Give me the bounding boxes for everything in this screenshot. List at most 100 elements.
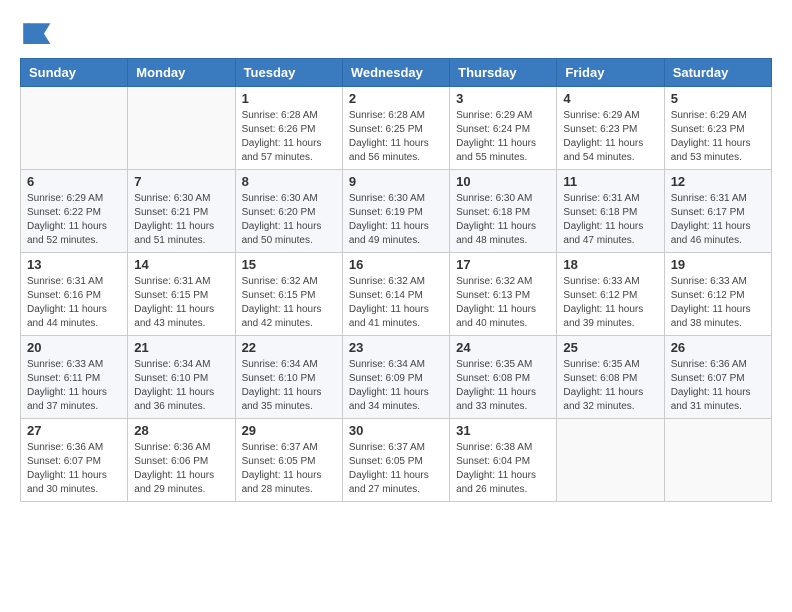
day-number: 31 [456, 423, 550, 438]
week-row-2: 6 Sunrise: 6:29 AM Sunset: 6:22 PM Daylig… [21, 170, 772, 253]
day-number: 20 [27, 340, 121, 355]
weekday-friday: Friday [557, 59, 664, 87]
page-header [20, 20, 772, 48]
day-cell: 9 Sunrise: 6:30 AM Sunset: 6:19 PM Daylig… [342, 170, 449, 253]
day-info: Sunrise: 6:37 AM Sunset: 6:05 PM Dayligh… [349, 441, 443, 497]
day-cell: 28 Sunrise: 6:36 AM Sunset: 6:06 PM Dayli… [128, 419, 235, 502]
day-number: 15 [242, 257, 336, 272]
day-cell: 11 Sunrise: 6:31 AM Sunset: 6:18 PM Dayli… [557, 170, 664, 253]
weekday-tuesday: Tuesday [235, 59, 342, 87]
day-number: 5 [671, 91, 765, 106]
day-number: 2 [349, 91, 443, 106]
day-cell: 30Sunrise: 6:37 AM Sunset: 6:05 PM Dayli… [342, 419, 449, 502]
day-info: Sunrise: 6:35 AM Sunset: 6:08 PM Dayligh… [456, 358, 550, 414]
day-info: Sunrise: 6:30 AM Sunset: 6:19 PM Dayligh… [349, 192, 443, 248]
day-info: Sunrise: 6:30 AM Sunset: 6:21 PM Dayligh… [134, 192, 228, 248]
week-row-4: 20Sunrise: 6:33 AM Sunset: 6:11 PM Dayli… [21, 336, 772, 419]
day-number: 23 [349, 340, 443, 355]
day-cell: 27 Sunrise: 6:36 AM Sunset: 6:07 PM Dayli… [21, 419, 128, 502]
calendar-body: 1Sunrise: 6:28 AM Sunset: 6:26 PM Daylig… [21, 87, 772, 502]
day-cell: 20Sunrise: 6:33 AM Sunset: 6:11 PM Dayli… [21, 336, 128, 419]
weekday-monday: Monday [128, 59, 235, 87]
calendar-header: SundayMondayTuesdayWednesdayThursdayFrid… [21, 59, 772, 87]
day-cell: 24 Sunrise: 6:35 AM Sunset: 6:08 PM Dayli… [450, 336, 557, 419]
day-info: Sunrise: 6:29 AM Sunset: 6:23 PM Dayligh… [671, 109, 765, 165]
day-number: 17 [456, 257, 550, 272]
day-info: Sunrise: 6:32 AM Sunset: 6:13 PM Dayligh… [456, 275, 550, 331]
day-number: 24 [456, 340, 550, 355]
day-cell: 13 Sunrise: 6:31 AM Sunset: 6:16 PM Dayli… [21, 253, 128, 336]
day-cell [128, 87, 235, 170]
calendar-table: SundayMondayTuesdayWednesdayThursdayFrid… [20, 58, 772, 502]
day-cell: 2 Sunrise: 6:28 AM Sunset: 6:25 PM Daylig… [342, 87, 449, 170]
day-number: 19 [671, 257, 765, 272]
day-number: 9 [349, 174, 443, 189]
day-number: 7 [134, 174, 228, 189]
day-info: Sunrise: 6:34 AM Sunset: 6:10 PM Dayligh… [134, 358, 228, 414]
day-number: 4 [563, 91, 657, 106]
day-cell: 21Sunrise: 6:34 AM Sunset: 6:10 PM Dayli… [128, 336, 235, 419]
day-info: Sunrise: 6:30 AM Sunset: 6:18 PM Dayligh… [456, 192, 550, 248]
day-cell: 5 Sunrise: 6:29 AM Sunset: 6:23 PM Daylig… [664, 87, 771, 170]
day-info: Sunrise: 6:31 AM Sunset: 6:16 PM Dayligh… [27, 275, 121, 331]
day-info: Sunrise: 6:28 AM Sunset: 6:25 PM Dayligh… [349, 109, 443, 165]
day-number: 25 [563, 340, 657, 355]
weekday-saturday: Saturday [664, 59, 771, 87]
day-number: 27 [27, 423, 121, 438]
day-cell: 12 Sunrise: 6:31 AM Sunset: 6:17 PM Dayli… [664, 170, 771, 253]
week-row-5: 27 Sunrise: 6:36 AM Sunset: 6:07 PM Dayli… [21, 419, 772, 502]
day-cell [664, 419, 771, 502]
day-number: 29 [242, 423, 336, 438]
day-cell: 6 Sunrise: 6:29 AM Sunset: 6:22 PM Daylig… [21, 170, 128, 253]
day-number: 11 [563, 174, 657, 189]
day-cell: 26 Sunrise: 6:36 AM Sunset: 6:07 PM Dayli… [664, 336, 771, 419]
day-info: Sunrise: 6:32 AM Sunset: 6:14 PM Dayligh… [349, 275, 443, 331]
day-cell: 1Sunrise: 6:28 AM Sunset: 6:26 PM Daylig… [235, 87, 342, 170]
day-cell: 10 Sunrise: 6:30 AM Sunset: 6:18 PM Dayli… [450, 170, 557, 253]
day-info: Sunrise: 6:35 AM Sunset: 6:08 PM Dayligh… [563, 358, 657, 414]
day-number: 28 [134, 423, 228, 438]
day-cell: 18 Sunrise: 6:33 AM Sunset: 6:12 PM Dayli… [557, 253, 664, 336]
day-number: 22 [242, 340, 336, 355]
day-cell: 17 Sunrise: 6:32 AM Sunset: 6:13 PM Dayli… [450, 253, 557, 336]
day-cell: 16 Sunrise: 6:32 AM Sunset: 6:14 PM Dayli… [342, 253, 449, 336]
logo-icon [20, 20, 52, 48]
weekday-sunday: Sunday [21, 59, 128, 87]
day-info: Sunrise: 6:36 AM Sunset: 6:07 PM Dayligh… [671, 358, 765, 414]
day-info: Sunrise: 6:29 AM Sunset: 6:23 PM Dayligh… [563, 109, 657, 165]
weekday-thursday: Thursday [450, 59, 557, 87]
day-info: Sunrise: 6:29 AM Sunset: 6:22 PM Dayligh… [27, 192, 121, 248]
day-number: 10 [456, 174, 550, 189]
day-number: 6 [27, 174, 121, 189]
day-number: 26 [671, 340, 765, 355]
day-cell: 15 Sunrise: 6:32 AM Sunset: 6:15 PM Dayli… [235, 253, 342, 336]
day-info: Sunrise: 6:37 AM Sunset: 6:05 PM Dayligh… [242, 441, 336, 497]
day-info: Sunrise: 6:30 AM Sunset: 6:20 PM Dayligh… [242, 192, 336, 248]
day-info: Sunrise: 6:34 AM Sunset: 6:09 PM Dayligh… [349, 358, 443, 414]
day-number: 16 [349, 257, 443, 272]
day-number: 8 [242, 174, 336, 189]
day-info: Sunrise: 6:29 AM Sunset: 6:24 PM Dayligh… [456, 109, 550, 165]
day-cell: 22Sunrise: 6:34 AM Sunset: 6:10 PM Dayli… [235, 336, 342, 419]
day-info: Sunrise: 6:33 AM Sunset: 6:12 PM Dayligh… [563, 275, 657, 331]
day-cell: 8 Sunrise: 6:30 AM Sunset: 6:20 PM Daylig… [235, 170, 342, 253]
day-info: Sunrise: 6:31 AM Sunset: 6:17 PM Dayligh… [671, 192, 765, 248]
day-number: 18 [563, 257, 657, 272]
day-cell: 14Sunrise: 6:31 AM Sunset: 6:15 PM Dayli… [128, 253, 235, 336]
day-cell: 25 Sunrise: 6:35 AM Sunset: 6:08 PM Dayli… [557, 336, 664, 419]
day-number: 12 [671, 174, 765, 189]
day-cell [557, 419, 664, 502]
day-cell: 4 Sunrise: 6:29 AM Sunset: 6:23 PM Daylig… [557, 87, 664, 170]
day-number: 3 [456, 91, 550, 106]
day-number: 13 [27, 257, 121, 272]
day-info: Sunrise: 6:32 AM Sunset: 6:15 PM Dayligh… [242, 275, 336, 331]
day-cell: 3 Sunrise: 6:29 AM Sunset: 6:24 PM Daylig… [450, 87, 557, 170]
day-info: Sunrise: 6:31 AM Sunset: 6:15 PM Dayligh… [134, 275, 228, 331]
day-cell: 29 Sunrise: 6:37 AM Sunset: 6:05 PM Dayli… [235, 419, 342, 502]
day-cell: 7 Sunrise: 6:30 AM Sunset: 6:21 PM Daylig… [128, 170, 235, 253]
day-info: Sunrise: 6:36 AM Sunset: 6:07 PM Dayligh… [27, 441, 121, 497]
day-info: Sunrise: 6:31 AM Sunset: 6:18 PM Dayligh… [563, 192, 657, 248]
day-cell: 19Sunrise: 6:33 AM Sunset: 6:12 PM Dayli… [664, 253, 771, 336]
day-info: Sunrise: 6:36 AM Sunset: 6:06 PM Dayligh… [134, 441, 228, 497]
day-info: Sunrise: 6:28 AM Sunset: 6:26 PM Dayligh… [242, 109, 336, 165]
